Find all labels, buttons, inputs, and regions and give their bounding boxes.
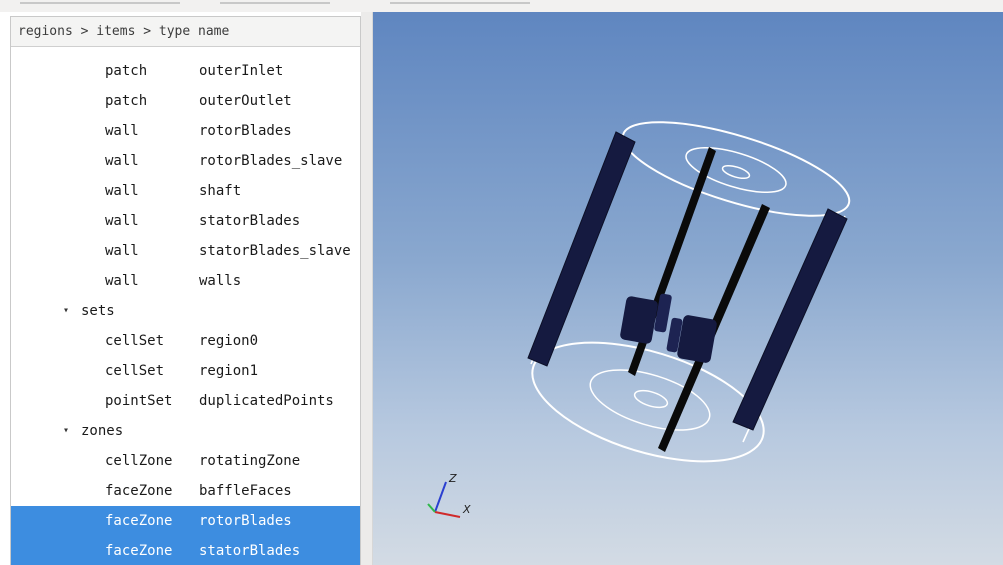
expand-arrow-icon[interactable]: ▾ (63, 296, 69, 326)
region-type: cellZone (105, 453, 173, 469)
region-type: wall (105, 123, 139, 139)
region-name: outerInlet (199, 63, 284, 79)
region-type: pointSet (105, 393, 173, 409)
tree-group-sets[interactable]: ▾ sets (11, 296, 360, 326)
region-type: wall (105, 273, 139, 289)
orientation-axes: Z X (427, 472, 471, 518)
region-name: statorBlades_slave (199, 243, 351, 259)
region-name: rotatingZone (199, 453, 301, 469)
window-top-strip (0, 0, 1003, 12)
region-name: statorBlades (199, 543, 301, 559)
tree-row[interactable]: wall rotorBlades_slave (11, 146, 360, 176)
tree-row[interactable]: wall rotorBlades (11, 116, 360, 146)
tree-header[interactable]: regions > items > type name (11, 17, 360, 47)
region-name: region0 (199, 333, 259, 349)
region-name: region1 (199, 363, 259, 379)
tree-row[interactable]: pointSet duplicatedPoints (11, 386, 360, 416)
region-type: patch (105, 63, 148, 79)
region-name: baffleFaces (199, 483, 292, 499)
top-strip-mark (20, 2, 180, 4)
top-strip-mark (220, 2, 330, 4)
tree-row[interactable]: faceZone statorBlades (11, 536, 360, 565)
region-type: faceZone (105, 483, 173, 499)
rotor-hub (620, 296, 658, 344)
mesh-render: Z X (427, 121, 851, 518)
tree-group-zones[interactable]: ▾ zones (11, 416, 360, 446)
region-type: faceZone (105, 513, 173, 529)
tree-row[interactable]: patch outerInlet (11, 56, 360, 86)
tree-row[interactable]: faceZone baffleFaces (11, 476, 360, 506)
region-name: rotorBlades (199, 513, 292, 529)
top-hub-outline (721, 164, 751, 180)
tree-row[interactable]: cellZone rotatingZone (11, 446, 360, 476)
tree-row[interactable]: wall walls (11, 266, 360, 296)
stator-hub (677, 315, 717, 363)
top-outer-outline (621, 121, 851, 217)
bottom-hub-outline (633, 389, 669, 409)
tree-row[interactable]: wall shaft (11, 176, 360, 206)
region-type: cellSet (105, 333, 165, 349)
region-name: statorBlades (199, 213, 301, 229)
expand-arrow-icon[interactable]: ▾ (63, 416, 69, 446)
stator-blade-left (527, 131, 636, 367)
region-name: outerOutlet (199, 93, 292, 109)
region-type: wall (105, 243, 139, 259)
tree-row[interactable]: faceZone rotorBlades (11, 506, 360, 536)
regions-tree-panel[interactable]: regions > items > type name patch outerIn… (10, 16, 361, 565)
tree-row[interactable]: wall statorBlades (11, 206, 360, 236)
tree-row[interactable]: cellSet region0 (11, 326, 360, 356)
3d-viewport[interactable]: Z X (373, 12, 1003, 565)
tree-row[interactable]: cellSet region1 (11, 356, 360, 386)
axis-z-label: Z (448, 472, 457, 485)
axis-x-label: X (462, 503, 471, 516)
region-type: wall (105, 213, 139, 229)
region-name: duplicatedPoints (199, 393, 334, 409)
region-type: wall (105, 153, 139, 169)
region-name: rotorBlades (199, 123, 292, 139)
region-name: shaft (199, 183, 242, 199)
region-name: rotorBlades_slave (199, 153, 343, 169)
region-type: faceZone (105, 543, 173, 559)
tree-group-label: sets (81, 303, 115, 319)
panel-splitter[interactable] (361, 12, 373, 565)
region-type: wall (105, 183, 139, 199)
region-name: walls (199, 273, 242, 289)
bottom-outer-outline (531, 341, 765, 463)
region-type: patch (105, 93, 148, 109)
top-strip-mark (390, 2, 530, 4)
tree-row[interactable]: patch outerOutlet (11, 86, 360, 116)
region-type: cellSet (105, 363, 165, 379)
tree-row[interactable]: wall statorBlades_slave (11, 236, 360, 266)
tree-group-label: zones (81, 423, 124, 439)
